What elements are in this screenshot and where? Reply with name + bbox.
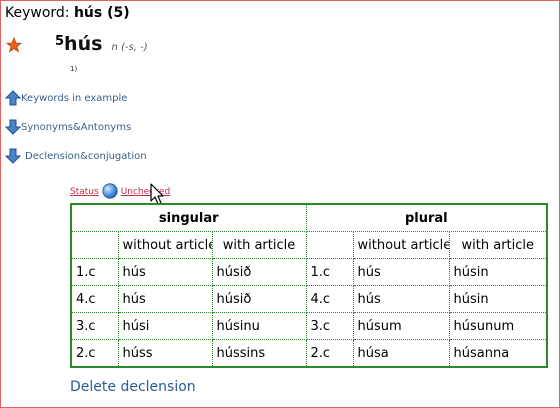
form-cell: húsanna — [448, 339, 548, 368]
table-row: 3.c húsi húsinu 3.c húsum húsunum — [70, 312, 548, 340]
keywords-in-example-label: Keywords in example — [21, 92, 128, 104]
case-cell: 3.c — [70, 312, 119, 340]
form-cell: húss — [117, 339, 213, 368]
keyword-header: Keyword: hús (5) — [5, 5, 130, 22]
star-icon[interactable] — [6, 37, 22, 53]
sense-number: 1) — [70, 65, 78, 73]
table-row: 4.c hús húsið 4.c hús húsin — [70, 285, 548, 313]
keyword-value: hús (5) — [73, 5, 130, 21]
case-cell: 2.c — [70, 339, 119, 368]
headword-index: 5 — [55, 34, 65, 49]
synonyms-antonyms-label: Synonyms&Antonyms — [21, 121, 132, 133]
form-cell: húsum — [352, 312, 450, 340]
form-cell: húsin — [448, 258, 548, 286]
form-cell: hús — [352, 258, 450, 286]
declension-table: singular plural without article with art… — [70, 203, 549, 368]
form-cell: hússins — [211, 339, 307, 368]
case-cell: 1.c — [70, 258, 119, 286]
headword: hús — [64, 33, 103, 55]
delete-declension-link[interactable]: Delete declension — [70, 379, 196, 395]
subheader-cell: with article — [211, 231, 307, 259]
sub-header-row: without article with article without art… — [70, 231, 548, 259]
table-row: 2.c húss hússins 2.c húsa húsanna — [70, 339, 548, 368]
subheader-cell: without article — [117, 231, 213, 259]
singular-header: singular — [70, 203, 307, 232]
status-link[interactable]: Status — [70, 187, 99, 197]
empty-cell — [305, 231, 354, 259]
form-cell: húsinu — [211, 312, 307, 340]
subheader-cell: without article — [352, 231, 450, 259]
case-cell: 3.c — [305, 312, 354, 340]
plural-header: plural — [305, 203, 548, 232]
form-cell: húsin — [448, 285, 548, 313]
grammar-info: n (-s, -) — [111, 42, 148, 53]
empty-cell — [70, 231, 119, 259]
declension-conjugation-link[interactable]: Declension&conjugation — [5, 147, 147, 165]
arrow-down-icon — [5, 119, 21, 135]
form-cell: hús — [117, 285, 213, 313]
form-cell: húsunum — [448, 312, 548, 340]
keyword-label: Keyword: — [5, 5, 70, 21]
keywords-in-example-link[interactable]: Keywords in example — [5, 89, 127, 107]
form-cell: hús — [352, 285, 450, 313]
synonyms-antonyms-link[interactable]: Synonyms&Antonyms — [5, 118, 131, 136]
form-cell: hús — [117, 258, 213, 286]
declension-conjugation-label: Declension&conjugation — [25, 150, 147, 162]
form-cell: húsið — [211, 285, 307, 313]
case-cell: 4.c — [305, 285, 354, 313]
group-header-row: singular plural — [70, 203, 548, 232]
globe-icon[interactable] — [102, 182, 118, 199]
case-cell: 4.c — [70, 285, 119, 313]
form-cell: húsi — [117, 312, 213, 340]
form-cell: húsa — [352, 339, 450, 368]
arrow-down-icon — [5, 148, 21, 164]
case-cell: 1.c — [305, 258, 354, 286]
form-cell: húsið — [211, 258, 307, 286]
case-cell: 2.c — [305, 339, 354, 368]
subheader-cell: with article — [448, 231, 548, 259]
headword-line: 5hús n (-s, -) — [55, 33, 148, 55]
arrow-up-icon — [5, 90, 21, 106]
table-row: 1.c hús húsið 1.c hús húsin — [70, 258, 548, 286]
